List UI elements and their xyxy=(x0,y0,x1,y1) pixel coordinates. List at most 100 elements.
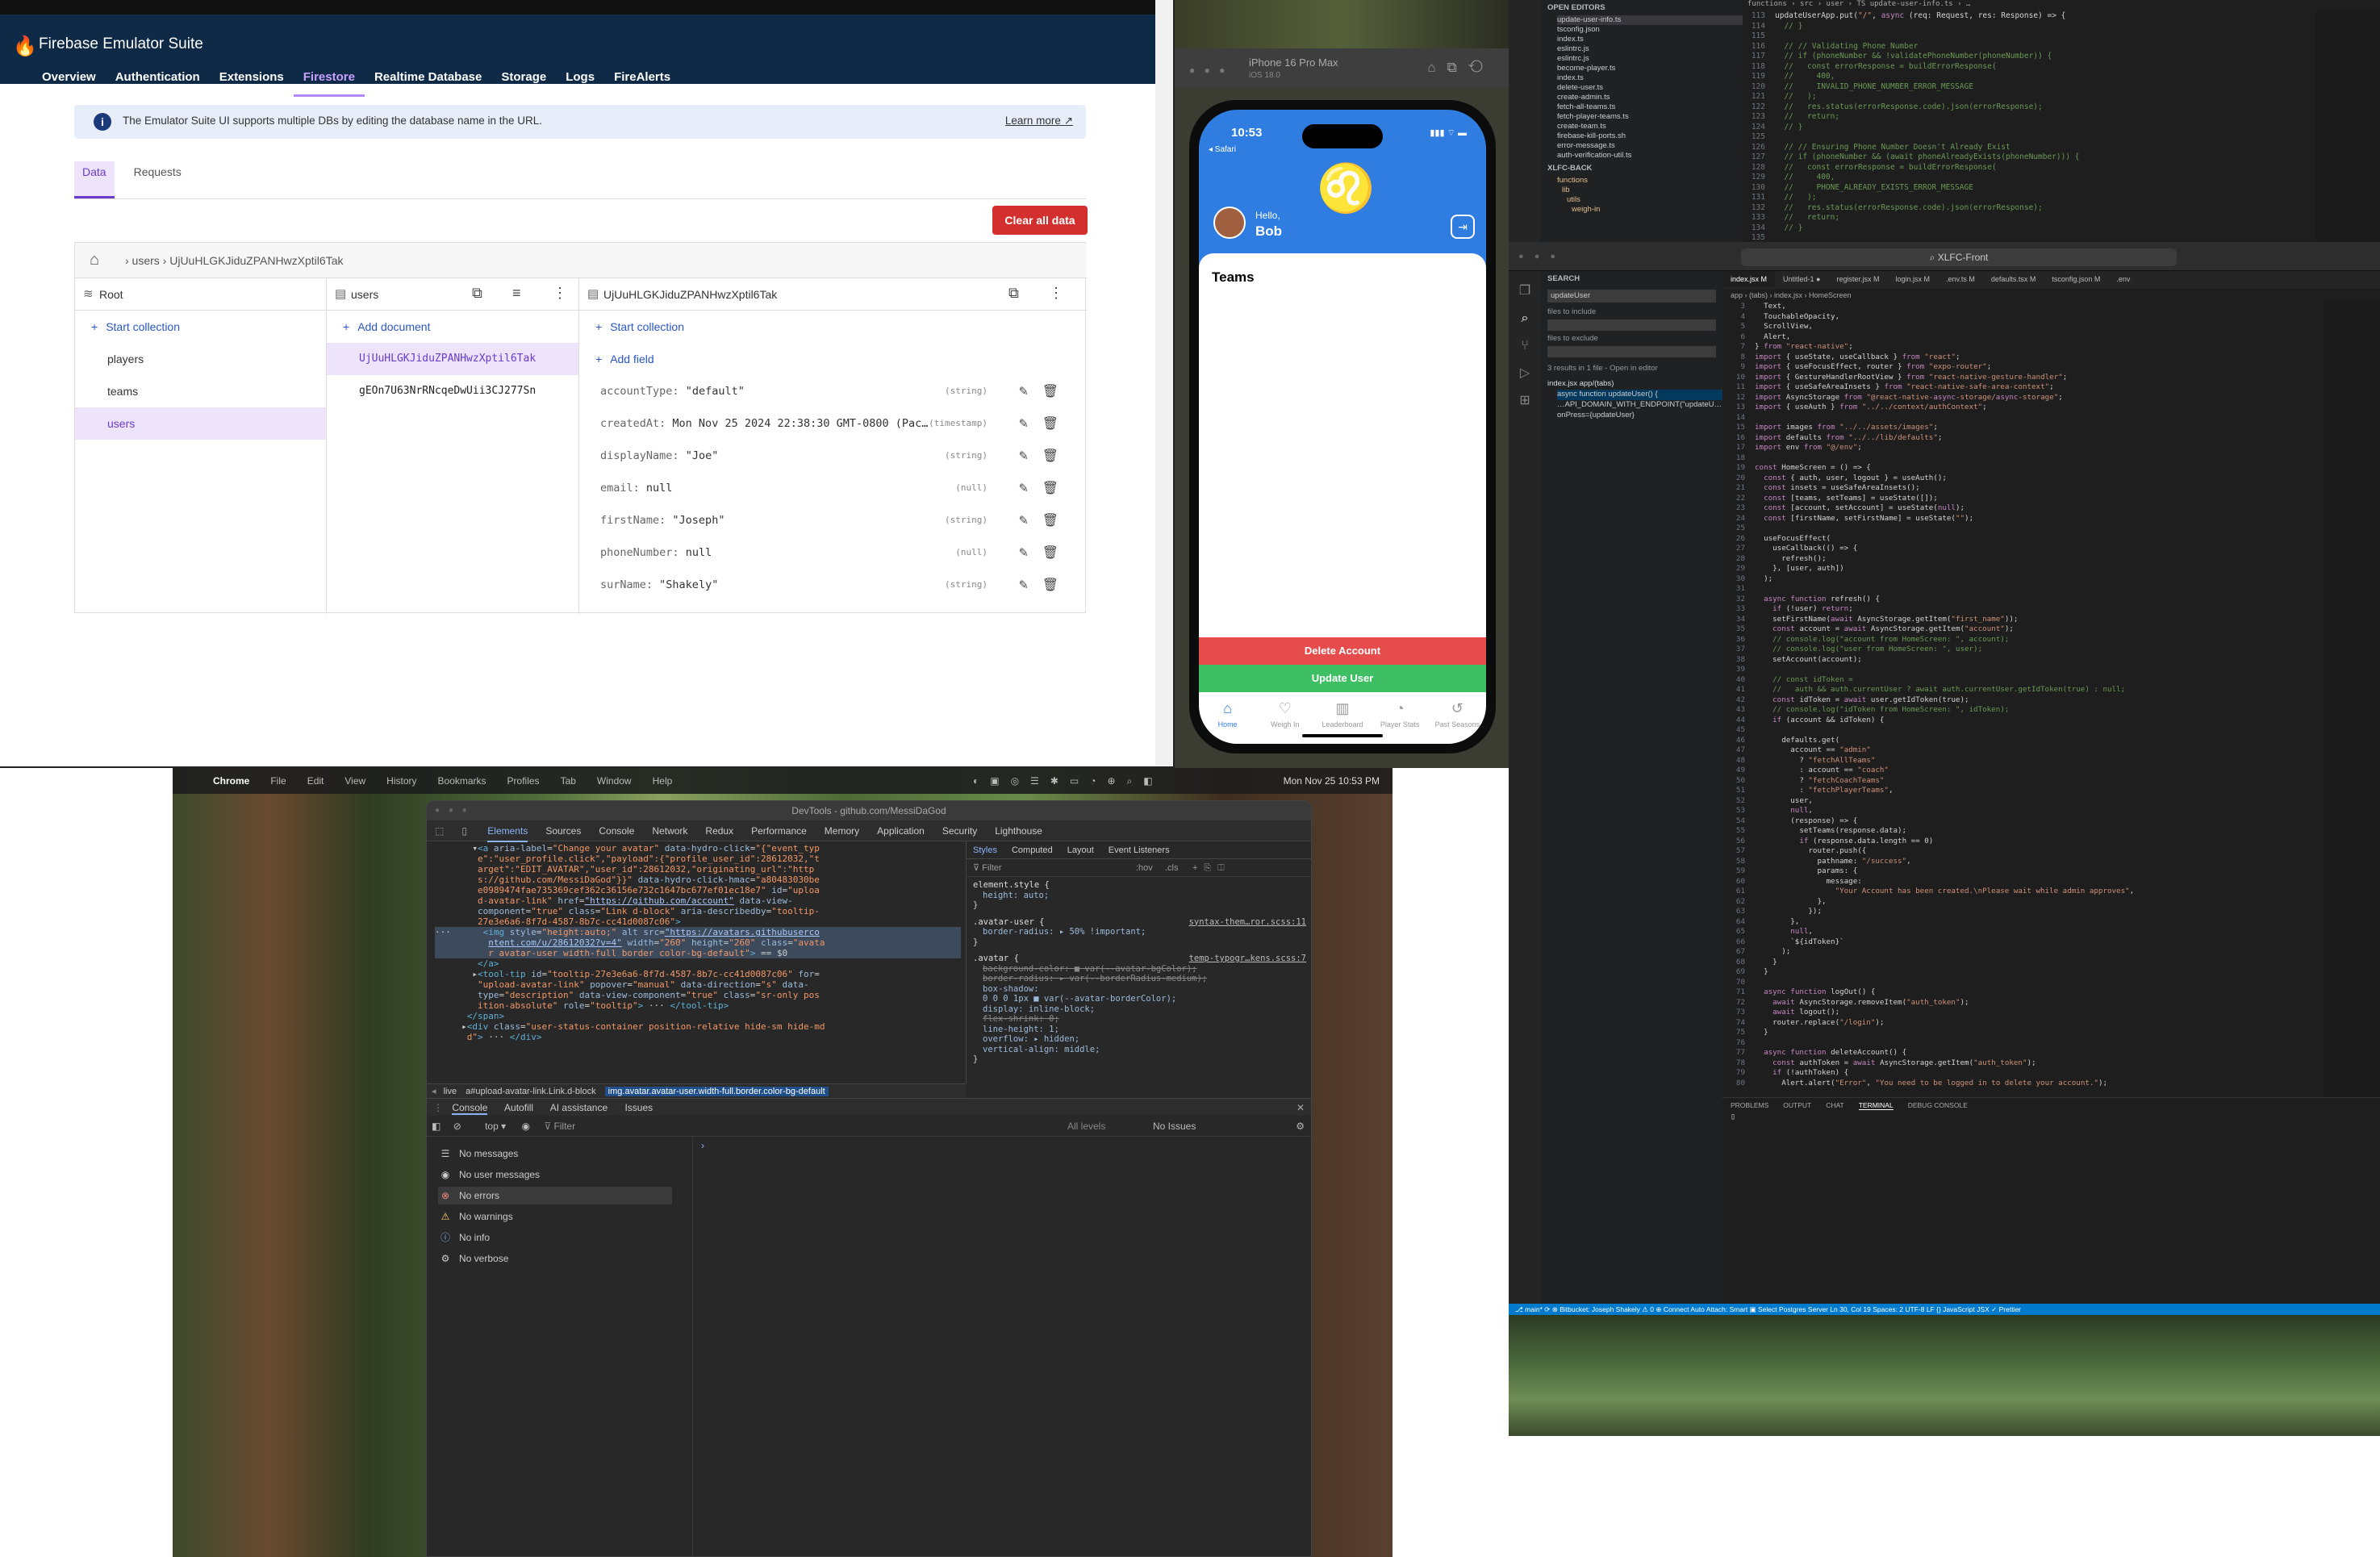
edit-icon[interactable]: ✎ xyxy=(1019,440,1028,472)
menu-item[interactable]: Edit xyxy=(307,775,324,787)
panel-tab[interactable]: PROBLEMS xyxy=(1731,1101,1768,1109)
open-editor-item[interactable]: index.ts xyxy=(1557,73,1743,83)
tab-requests[interactable]: Requests xyxy=(126,161,190,198)
document-field[interactable]: surName: "Shakely" (string) ✎ 🗑 xyxy=(600,569,1076,601)
device-toolbar-icon[interactable]: ▯ xyxy=(461,825,467,837)
menu-item[interactable]: View xyxy=(344,775,365,787)
more-vert-icon[interactable]: ⋮ xyxy=(1049,285,1063,302)
open-editor-item[interactable]: eslintrc.js xyxy=(1557,44,1743,54)
editor-tab[interactable]: tsconfig.json M xyxy=(2044,271,2108,287)
document-field[interactable]: email: null (null) ✎ 🗑 xyxy=(600,472,1076,504)
workspace-header[interactable]: XLFC-BACK xyxy=(1541,161,1743,176)
minimap[interactable] xyxy=(2315,11,2380,242)
devtools-tab[interactable]: Console xyxy=(599,825,634,837)
add-field-button[interactable]: + Add field xyxy=(595,353,654,365)
drawer-tab-console[interactable]: Console xyxy=(452,1102,488,1115)
console-filter-item[interactable]: ⚙ No verbose xyxy=(438,1250,672,1267)
terminal-cursor[interactable]: ▯ xyxy=(1722,1112,2380,1121)
tab-authentication[interactable]: Authentication xyxy=(106,68,210,97)
hov-toggle[interactable]: :hov xyxy=(1136,859,1153,877)
style-declaration[interactable]: border-radius: ▸ var(--borderRadius-medi… xyxy=(973,974,1306,984)
start-collection-button[interactable]: + Start collection xyxy=(91,320,180,333)
style-rule[interactable]: .avatar {temp-typogr…kens.scss:7 backgrou… xyxy=(973,954,1306,1065)
style-rule[interactable]: .avatar-user {syntax-them…ror.scss:11 bor… xyxy=(973,917,1306,948)
start-collection-button[interactable]: + Start collection xyxy=(595,320,684,333)
include-input[interactable] xyxy=(1547,319,1716,331)
crumb-item[interactable]: a#upload-avatar-link.Link.d-block xyxy=(466,1087,595,1096)
console-prompt-icon[interactable]: › xyxy=(701,1140,704,1151)
edit-icon[interactable]: ✎ xyxy=(1019,504,1028,536)
tab-past-seasons[interactable]: ↺ Past Seasons xyxy=(1429,700,1485,744)
more-vert-icon[interactable]: ⋮ xyxy=(553,285,567,302)
open-editor-item[interactable]: index.ts xyxy=(1557,35,1743,44)
style-declaration[interactable]: display: inline-block; xyxy=(973,1004,1306,1015)
inspect-icon[interactable]: ⬚ xyxy=(435,825,444,837)
tab-extensions[interactable]: Extensions xyxy=(210,68,294,97)
close-icon[interactable]: ✕ xyxy=(1296,1099,1305,1117)
window-controls[interactable]: ● ● ● xyxy=(1518,252,1560,261)
devtools-tab[interactable]: Elements xyxy=(487,825,528,842)
files-icon[interactable]: ❐ xyxy=(1509,278,1541,305)
menubar-status-icons[interactable]: ◐▣◎☰✱▭◔⊕⌕◧ xyxy=(973,768,1164,794)
editor-tab[interactable]: .env xyxy=(2108,271,2138,287)
style-declaration[interactable]: 0 0 0 1px ■ var(--avatar-borderColor); xyxy=(973,994,1306,1004)
search-result-line[interactable]: onPress={updateUser} xyxy=(1557,411,1722,421)
document-field[interactable]: accountType: "default" (string) ✎ 🗑 xyxy=(600,375,1076,407)
logout-icon[interactable]: ⇥ xyxy=(1451,215,1475,239)
copy-icon[interactable]: ⧉ xyxy=(472,285,482,302)
style-declaration[interactable]: box-shadow: xyxy=(973,984,1306,995)
tab-data[interactable]: Data xyxy=(74,161,115,198)
trash-icon[interactable]: 🗑 xyxy=(1042,472,1058,504)
open-editor-item[interactable]: delete-user.ts xyxy=(1557,83,1743,93)
menu-item[interactable]: File xyxy=(270,775,286,787)
folder-item[interactable]: utils xyxy=(1557,195,1743,205)
cls-toggle[interactable]: .cls xyxy=(1165,859,1179,877)
style-declaration[interactable]: height: auto; xyxy=(973,891,1306,901)
devtools-tab[interactable]: Redux xyxy=(705,825,733,837)
minimap[interactable] xyxy=(2324,302,2380,1100)
document-item[interactable]: UjUuHLGKJiduZPANHwzXptil6Tak xyxy=(327,343,578,375)
style-declaration[interactable]: vertical-align: middle; xyxy=(973,1045,1306,1055)
editor-tab[interactable]: login.jsx M xyxy=(1888,271,1939,287)
home-icon[interactable]: ⌂ xyxy=(90,251,99,269)
open-editors-header[interactable]: OPEN EDITORS xyxy=(1541,0,1743,15)
editor-breadcrumb[interactable]: functions › src › user › TS update-user-… xyxy=(1743,0,2307,11)
menu-item[interactable]: Profiles xyxy=(507,775,540,787)
code-editor[interactable]: functions › src › user › TS update-user-… xyxy=(1743,0,2307,242)
console-filter-item[interactable]: ⊗ No errors xyxy=(438,1187,672,1204)
clear-console-icon[interactable]: ⊘ xyxy=(449,1121,466,1132)
collection-item[interactable]: users xyxy=(75,407,326,440)
eye-icon[interactable]: ◉ xyxy=(521,1121,529,1132)
document-field[interactable]: phoneNumber: null (null) ✎ 🗑 xyxy=(600,536,1076,569)
context-select[interactable]: top xyxy=(485,1121,499,1132)
styles-subtab[interactable]: Event Listeners xyxy=(1109,845,1170,855)
devtools-tab[interactable]: Performance xyxy=(751,825,807,837)
rule-source-link[interactable]: temp-typogr…kens.scss:7 xyxy=(1189,954,1306,964)
collection-item[interactable]: players xyxy=(75,343,326,375)
tab-overview[interactable]: Overview xyxy=(32,68,106,97)
drawer-tab-ai-assistance[interactable]: AI assistance xyxy=(550,1102,608,1113)
exclude-input[interactable] xyxy=(1547,346,1716,357)
panel-tab[interactable]: CHAT xyxy=(1826,1101,1844,1109)
console-filter-item[interactable]: ⚠ No warnings xyxy=(438,1208,672,1225)
trash-icon[interactable]: 🗑 xyxy=(1042,504,1058,536)
open-editor-item[interactable]: firebase-kill-ports.sh xyxy=(1557,131,1743,141)
menu-item[interactable]: Window xyxy=(597,775,632,787)
menu-item[interactable]: Help xyxy=(653,775,673,787)
edit-icon[interactable]: ✎ xyxy=(1019,569,1028,601)
trash-icon[interactable]: 🗑 xyxy=(1042,375,1058,407)
search-result-line[interactable]: …API_DOMAIN_WITH_ENDPOINT("updateU… xyxy=(1557,400,1722,411)
learn-more-link[interactable]: Learn more ↗ xyxy=(1005,115,1073,127)
log-levels-select[interactable]: All levels xyxy=(1067,1116,1105,1137)
style-declaration[interactable]: overflow: ▸ hidden; xyxy=(973,1034,1306,1045)
tab-firealerts[interactable]: FireAlerts xyxy=(604,68,680,97)
search-result-line[interactable]: async function updateUser() { xyxy=(1557,390,1722,400)
edit-icon[interactable]: ✎ xyxy=(1019,375,1028,407)
crumb-item[interactable]: live xyxy=(444,1087,457,1096)
devtools-tab[interactable]: Application xyxy=(877,825,925,837)
status-bar[interactable]: ⎇ main* ⟳ ⊗ Bitbucket: Joseph Shakely ⚠ … xyxy=(1509,1304,2380,1315)
trash-icon[interactable]: 🗑 xyxy=(1042,407,1058,440)
tab-storage[interactable]: Storage xyxy=(491,68,556,97)
menu-item[interactable]: Bookmarks xyxy=(438,775,486,787)
sidebar-toggle-icon[interactable]: ◧ xyxy=(427,1121,445,1132)
